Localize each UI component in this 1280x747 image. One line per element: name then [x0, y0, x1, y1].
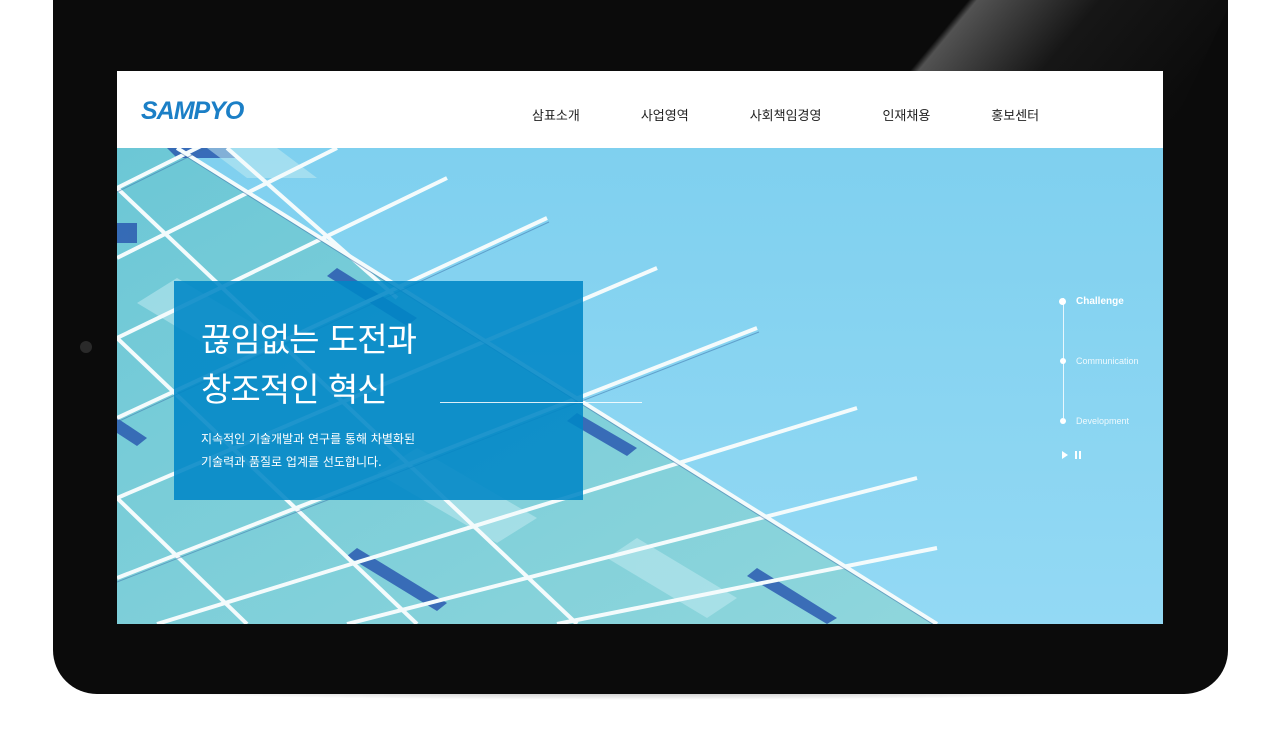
indicator-dot-icon	[1060, 418, 1066, 424]
nav-item-pr-center[interactable]: 홍보센터	[991, 105, 1039, 124]
hero-caption-box: 끊임없는 도전과 창조적인 혁신 지속적인 기술개발과 연구를 통해 차별화된 …	[174, 281, 642, 500]
slide-indicator-development[interactable]: Development	[1059, 414, 1129, 428]
nav-item-business[interactable]: 사업영역	[641, 105, 689, 124]
slide-indicators: Challenge Communication Development	[1059, 293, 1159, 473]
pause-icon[interactable]	[1075, 451, 1081, 459]
nav-item-about[interactable]: 삼표소개	[532, 105, 580, 124]
hero-headline-line1: 끊임없는 도전과	[201, 320, 417, 359]
hero-headline: 끊임없는 도전과 창조적인 혁신	[201, 315, 417, 415]
slide-controls	[1062, 451, 1081, 459]
play-icon[interactable]	[1062, 451, 1068, 459]
camera-icon	[80, 341, 92, 353]
tablet-screen: SAMPYO 삼표소개 사업영역 사회책임경영 인재채용 홍보센터 끊임없는 도…	[117, 71, 1163, 624]
headline-divider	[440, 402, 642, 403]
slide-indicator-communication[interactable]: Communication	[1059, 354, 1139, 368]
nav-item-careers[interactable]: 인재채용	[882, 105, 930, 124]
hero-subtext-line1: 지속적인 기술개발과 연구를 통해 차별화된	[201, 432, 415, 446]
slide-indicator-challenge[interactable]: Challenge	[1059, 294, 1124, 308]
slide-indicator-label: Development	[1076, 416, 1130, 426]
site-header: SAMPYO 삼표소개 사업영역 사회책임경영 인재채용 홍보센터	[117, 71, 1163, 148]
hero-subtext-line2: 기술력과 품질로 업계를 선도합니다.	[201, 455, 382, 469]
hero-subtext: 지속적인 기술개발과 연구를 통해 차별화된 기술력과 품질로 업계를 선도합니…	[201, 428, 415, 474]
slide-indicator-label: Challenge	[1076, 295, 1124, 307]
indicator-dot-icon	[1059, 297, 1066, 305]
main-nav: 삼표소개 사업영역 사회책임경영 인재채용 홍보센터	[532, 105, 1100, 124]
hero-headline-line2: 창조적인 혁신	[201, 370, 388, 409]
slide-indicator-label: Communication	[1076, 356, 1139, 366]
nav-item-csr[interactable]: 사회책임경영	[750, 105, 822, 124]
hero-banner: 끊임없는 도전과 창조적인 혁신 지속적인 기술개발과 연구를 통해 차별화된 …	[117, 148, 1163, 624]
indicator-dot-icon	[1060, 358, 1066, 364]
sampyo-logo[interactable]: SAMPYO	[141, 97, 244, 126]
